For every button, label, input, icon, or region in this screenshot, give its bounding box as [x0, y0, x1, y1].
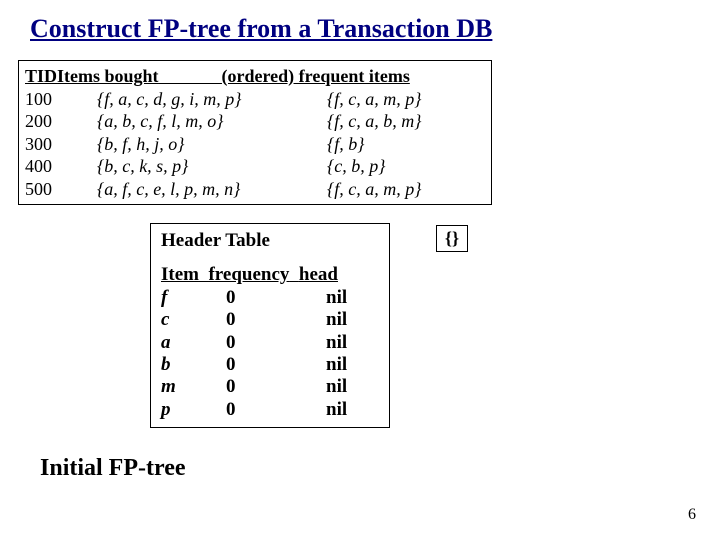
cell-items: {a, b, c, f, l, m, o} [97, 110, 327, 133]
cell-tid: 300 [25, 133, 97, 156]
hcol-item-header: Item [161, 264, 199, 285]
hcol-freq-header: frequency [208, 264, 289, 285]
cell-tid: 100 [25, 88, 97, 111]
cell-item: p [161, 399, 226, 421]
header-table: Header Table Item frequency head f 0 nil… [150, 223, 390, 428]
cell-head: nil [326, 332, 379, 354]
cell-item: b [161, 354, 226, 376]
cell-freq: {f, c, a, m, p} [327, 178, 485, 201]
table-row: 300 {b, f, h, j, o} {f, b} [25, 133, 485, 156]
cell-head: nil [326, 309, 379, 331]
header-table-columns: Item frequency head [161, 264, 379, 286]
cell-head: nil [326, 376, 379, 398]
table-row: m 0 nil [161, 376, 379, 398]
table-row: f 0 nil [161, 287, 379, 309]
page-title: Construct FP-tree from a Transaction DB [30, 14, 492, 44]
cell-tid: 200 [25, 110, 97, 133]
cell-freq: 0 [226, 287, 326, 309]
cell-freq: {c, b, p} [327, 155, 485, 178]
cell-item: m [161, 376, 226, 398]
cell-freq: 0 [226, 332, 326, 354]
table-row: 400 {b, c, k, s, p} {c, b, p} [25, 155, 485, 178]
cell-freq: {f, c, a, m, p} [327, 88, 485, 111]
cell-freq: {f, b} [327, 133, 485, 156]
cell-head: nil [326, 287, 379, 309]
hcol-head-header: head [299, 264, 338, 285]
cell-items: {b, f, h, j, o} [97, 133, 327, 156]
cell-items: {f, a, c, d, g, i, m, p} [97, 88, 327, 111]
fp-tree-root: {} [436, 225, 468, 252]
table-row: 200 {a, b, c, f, l, m, o} {f, c, a, b, m… [25, 110, 485, 133]
cell-item: c [161, 309, 226, 331]
cell-freq: 0 [226, 354, 326, 376]
table-row: c 0 nil [161, 309, 379, 331]
cell-item: a [161, 332, 226, 354]
table-row: 100 {f, a, c, d, g, i, m, p} {f, c, a, m… [25, 88, 485, 111]
cell-items: {a, f, c, e, l, p, m, n} [97, 178, 327, 201]
page-number: 6 [688, 506, 696, 524]
cell-head: nil [326, 399, 379, 421]
cell-item: f [161, 287, 226, 309]
col-tid-header: TID [25, 66, 57, 86]
cell-freq: 0 [226, 399, 326, 421]
cell-freq: 0 [226, 376, 326, 398]
transaction-table: TIDItems bought (ordered) frequent items… [18, 60, 492, 205]
header-table-title: Header Table [161, 230, 379, 252]
cell-tid: 500 [25, 178, 97, 201]
col-items-header: Items bought [57, 66, 159, 86]
cell-head: nil [326, 354, 379, 376]
table-row: 500 {a, f, c, e, l, p, m, n} {f, c, a, m… [25, 178, 485, 201]
cell-freq: 0 [226, 309, 326, 331]
cell-items: {b, c, k, s, p} [97, 155, 327, 178]
col-freq-header: (ordered) frequent items [222, 66, 410, 86]
transaction-header: TIDItems bought (ordered) frequent items [25, 65, 485, 88]
subtitle: Initial FP-tree [40, 455, 186, 482]
cell-tid: 400 [25, 155, 97, 178]
table-row: b 0 nil [161, 354, 379, 376]
table-row: a 0 nil [161, 332, 379, 354]
table-row: p 0 nil [161, 399, 379, 421]
cell-freq: {f, c, a, b, m} [327, 110, 485, 133]
